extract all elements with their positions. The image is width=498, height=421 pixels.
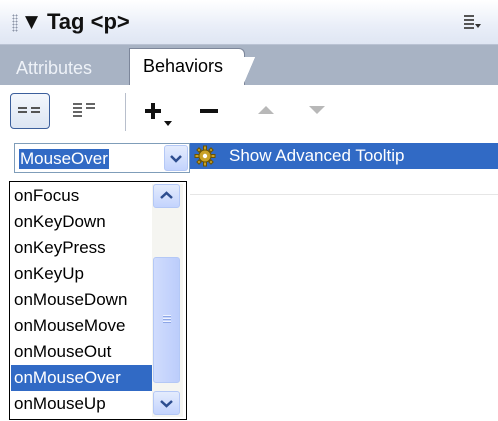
chevron-up-icon <box>160 191 173 199</box>
list-scrollbar[interactable] <box>152 184 183 417</box>
event-option[interactable]: onMouseMove <box>11 313 152 339</box>
event-option[interactable]: onMouseUp <box>11 391 152 417</box>
event-dropdown-button[interactable] <box>164 145 188 171</box>
move-down-button[interactable] <box>297 93 337 129</box>
event-option[interactable]: onKeyUp <box>11 261 152 287</box>
event-select[interactable]: MouseOver <box>14 143 190 173</box>
panel-header: ▼ Tag <p> <box>0 0 498 45</box>
chevron-down-icon <box>170 155 182 163</box>
action-label: Show Advanced Tooltip <box>229 146 405 165</box>
behaviors-toolbar <box>0 85 498 137</box>
show-all-events-button[interactable] <box>66 93 106 129</box>
thumb-grip-icon <box>163 315 171 323</box>
event-option[interactable]: onKeyDown <box>11 209 152 235</box>
move-up-button[interactable] <box>246 93 286 129</box>
chevron-down-icon <box>160 400 173 408</box>
show-all-events-icon <box>73 103 95 117</box>
behavior-row: MouseOver Show Advanced Tooltip <box>4 141 498 173</box>
tab-strip: Attributes Behaviors <box>0 45 498 85</box>
event-option[interactable]: onFocus <box>11 183 152 209</box>
gear-icon <box>194 145 216 167</box>
row-separator <box>190 194 498 195</box>
toolbar-divider <box>125 93 126 131</box>
panel-title[interactable]: Tag <p> <box>47 9 130 35</box>
move-up-icon <box>258 106 274 114</box>
add-behavior-icon <box>145 103 172 126</box>
collapse-arrow-icon[interactable]: ▼ <box>25 12 38 32</box>
add-behavior-button[interactable] <box>137 93 181 129</box>
show-set-events-button[interactable] <box>10 93 50 129</box>
scroll-thumb[interactable] <box>153 257 180 383</box>
event-value: MouseOver <box>18 148 110 170</box>
move-down-icon <box>309 106 325 114</box>
gripper-icon[interactable] <box>12 14 18 32</box>
action-cell[interactable]: Show Advanced Tooltip <box>190 143 498 169</box>
scroll-down-button[interactable] <box>153 391 180 415</box>
options-menu-icon[interactable] <box>462 12 482 32</box>
tab-attributes[interactable]: Attributes <box>0 53 106 85</box>
event-option[interactable]: onKeyPress <box>11 235 152 261</box>
event-option[interactable]: onMouseDown <box>11 287 152 313</box>
event-option[interactable]: onMouseOut <box>11 339 152 365</box>
scroll-up-button[interactable] <box>153 184 180 208</box>
event-dropdown-list[interactable]: onFocus onKeyDown onKeyPress onKeyUp onM… <box>9 181 187 420</box>
remove-behavior-icon <box>200 109 218 113</box>
tab-behaviors[interactable]: Behaviors <box>129 48 255 85</box>
event-option-selected[interactable]: onMouseOver <box>11 365 152 391</box>
remove-behavior-button[interactable] <box>190 93 230 129</box>
show-set-events-icon <box>18 107 40 113</box>
